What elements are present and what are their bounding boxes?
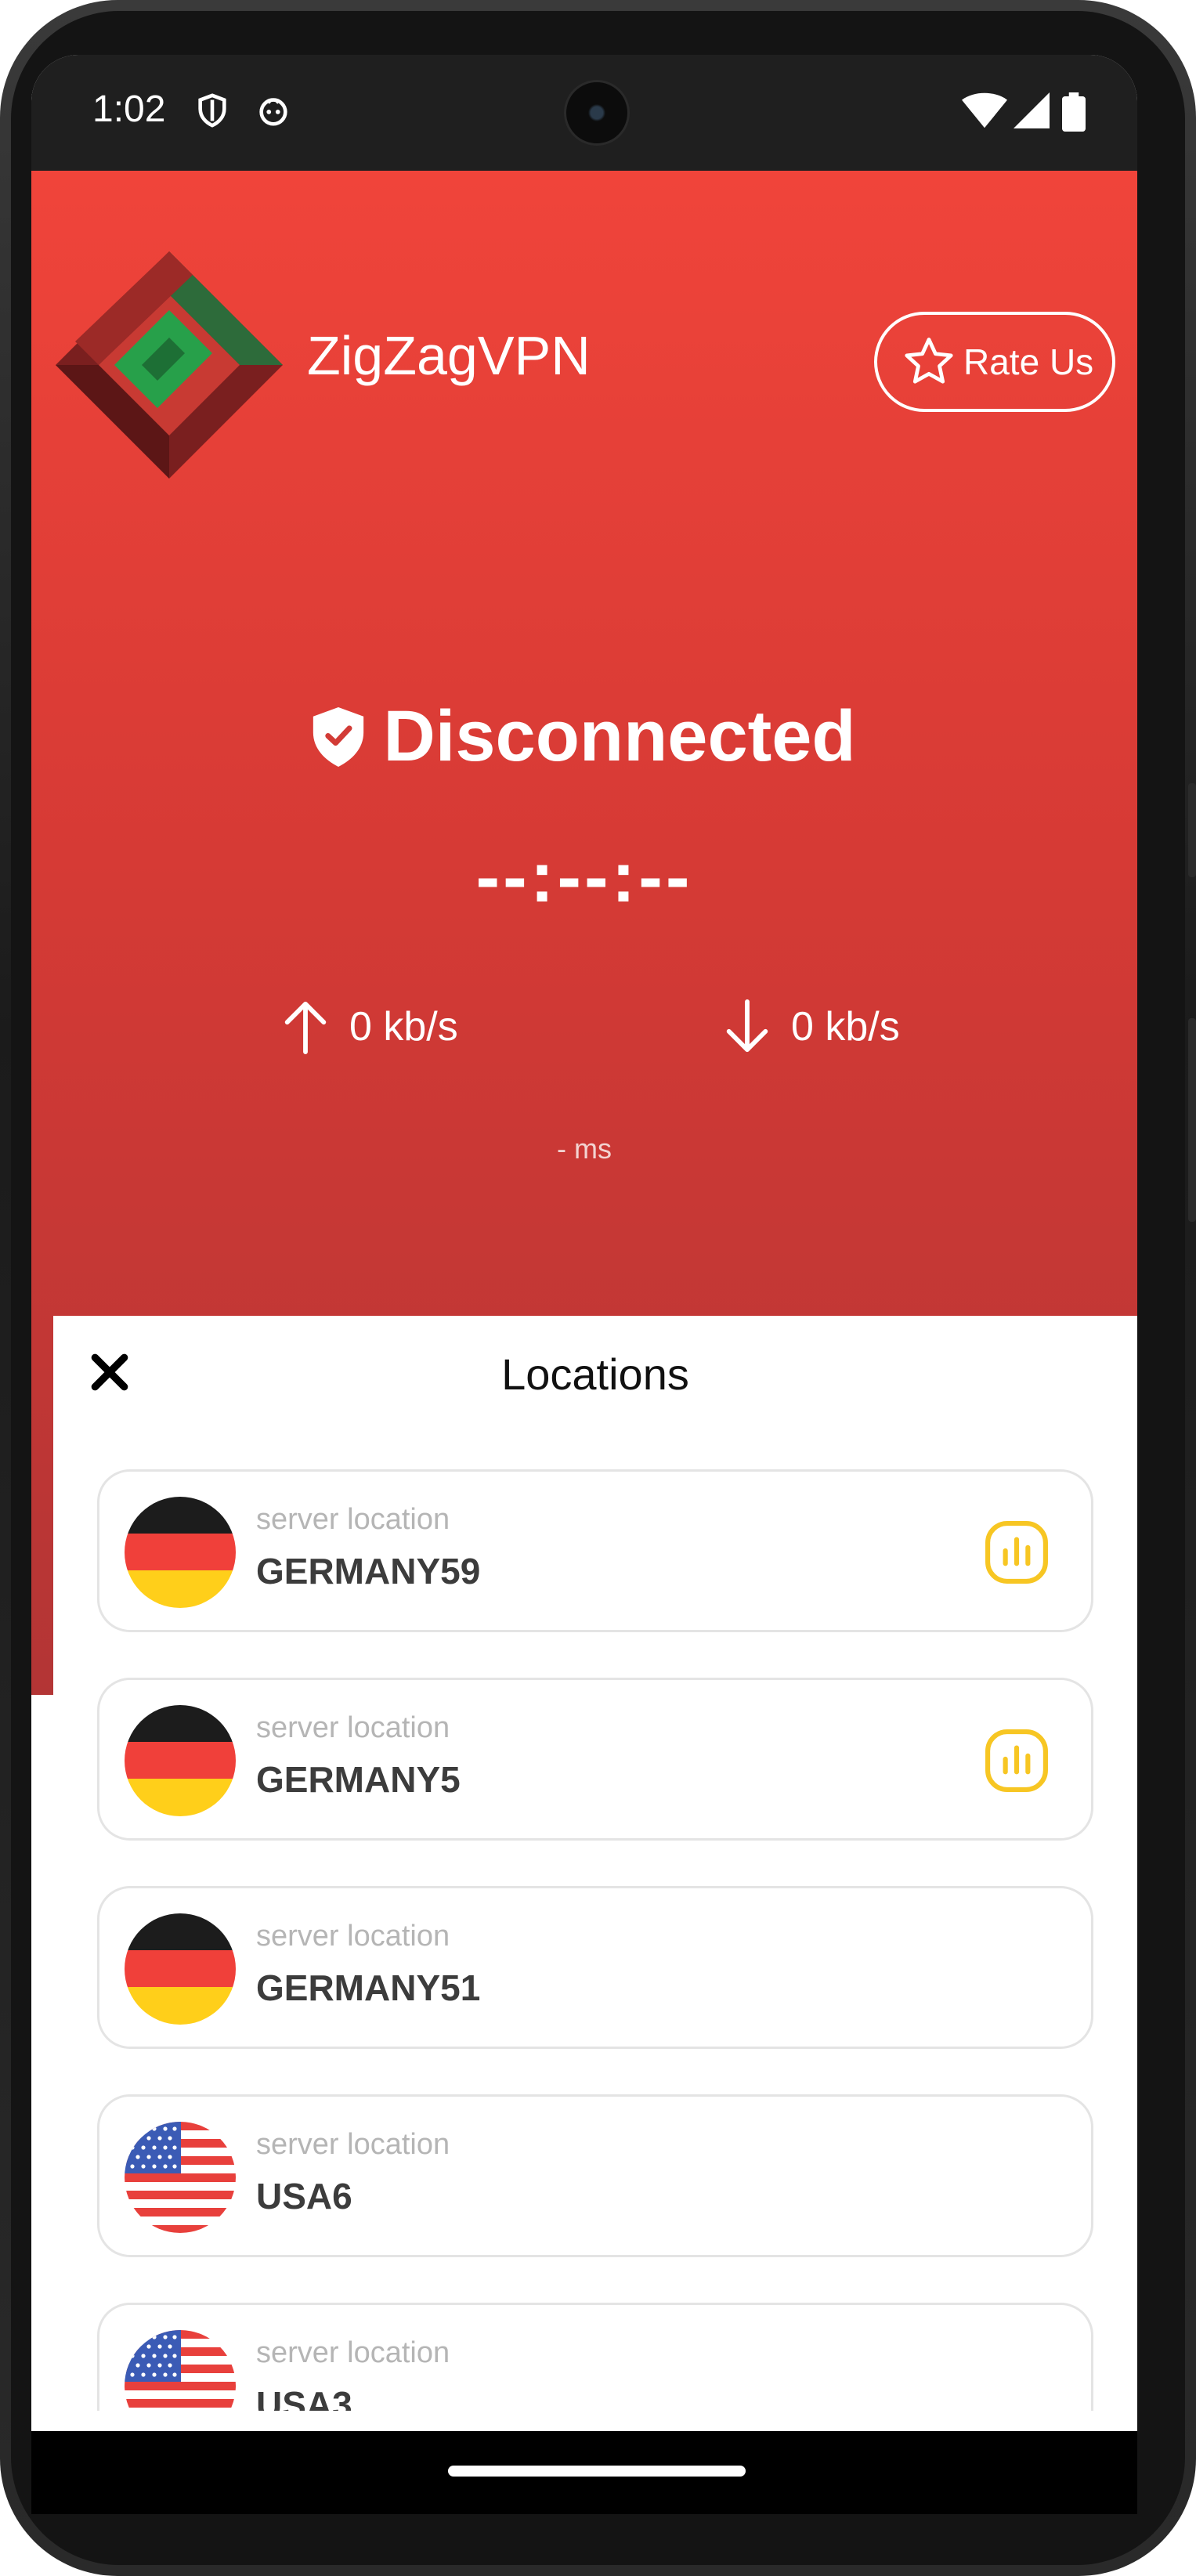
rate-us-label: Rate Us xyxy=(963,341,1094,382)
server-item-germany5[interactable]: server location GERMANY5 xyxy=(97,1678,1093,1841)
volume-button xyxy=(1188,1018,1196,1222)
server-item-germany51[interactable]: server location GERMANY51 xyxy=(97,1886,1093,2049)
home-indicator[interactable] xyxy=(448,2466,746,2477)
usa-flag-icon xyxy=(125,2330,236,2411)
upload-speed-value: 0 kb/s xyxy=(349,1004,458,1050)
camera-cutout xyxy=(564,80,630,146)
server-name: GERMANY5 xyxy=(256,1759,461,1800)
shield-icon xyxy=(198,93,226,128)
download-speed: 0 kb/s xyxy=(724,999,900,1054)
app-logo-icon xyxy=(56,251,283,479)
server-name: GERMANY51 xyxy=(256,1967,481,2008)
germany-flag-icon xyxy=(125,1497,236,1608)
server-name: USA6 xyxy=(256,2176,352,2217)
server-signal-icon xyxy=(985,1729,1048,1792)
side-button xyxy=(1188,783,1196,877)
server-subtitle: server location xyxy=(256,2336,450,2369)
ping-value: - ms xyxy=(557,1133,612,1165)
rate-us-button[interactable]: Rate Us xyxy=(874,312,1115,412)
locations-title: Locations xyxy=(501,1349,689,1399)
server-subtitle: server location xyxy=(256,2128,450,2161)
cellular-signal-icon xyxy=(1014,92,1050,128)
server-subtitle: server location xyxy=(256,1503,450,1536)
server-subtitle: server location xyxy=(256,1711,450,1744)
server-subtitle: server location xyxy=(256,1920,450,1953)
server-item-germany59[interactable]: server location GERMANY59 xyxy=(97,1469,1093,1632)
connection-status-text: Disconnected xyxy=(383,696,856,776)
status-time: 1:02 xyxy=(92,89,166,130)
server-item-usa3[interactable]: server location USA3 xyxy=(97,2303,1093,2411)
arrow-up-icon xyxy=(284,1001,327,1054)
server-signal-icon xyxy=(985,1521,1048,1584)
arrow-down-icon xyxy=(726,999,768,1053)
server-item-usa6[interactable]: server location USA6 xyxy=(97,2094,1093,2257)
germany-flag-icon xyxy=(125,1705,236,1816)
phone-screen: 1:02 ZigZagVPN Rate Us Disconnected --:-… xyxy=(31,55,1137,2486)
locations-sheet: Locations server location GERMANY59 serv… xyxy=(53,1316,1137,2411)
server-name: GERMANY59 xyxy=(256,1551,481,1591)
server-name: USA3 xyxy=(256,2384,352,2411)
usa-flag-icon xyxy=(125,2122,236,2233)
upload-speed: 0 kb/s xyxy=(282,999,458,1054)
connection-status: Disconnected xyxy=(31,695,1137,778)
app-title: ZigZagVPN xyxy=(307,325,591,386)
navigation-bar xyxy=(31,2431,1137,2514)
germany-flag-icon xyxy=(125,1913,236,2025)
connection-timer: --:--:-- xyxy=(475,837,693,917)
wifi-icon xyxy=(962,92,1007,128)
battery-icon xyxy=(1062,92,1086,132)
shield-check-icon xyxy=(313,706,364,767)
download-speed-value: 0 kb/s xyxy=(791,1004,900,1050)
status-bar: 1:02 xyxy=(31,55,1137,171)
star-icon xyxy=(905,338,953,384)
robot-icon xyxy=(259,98,287,126)
